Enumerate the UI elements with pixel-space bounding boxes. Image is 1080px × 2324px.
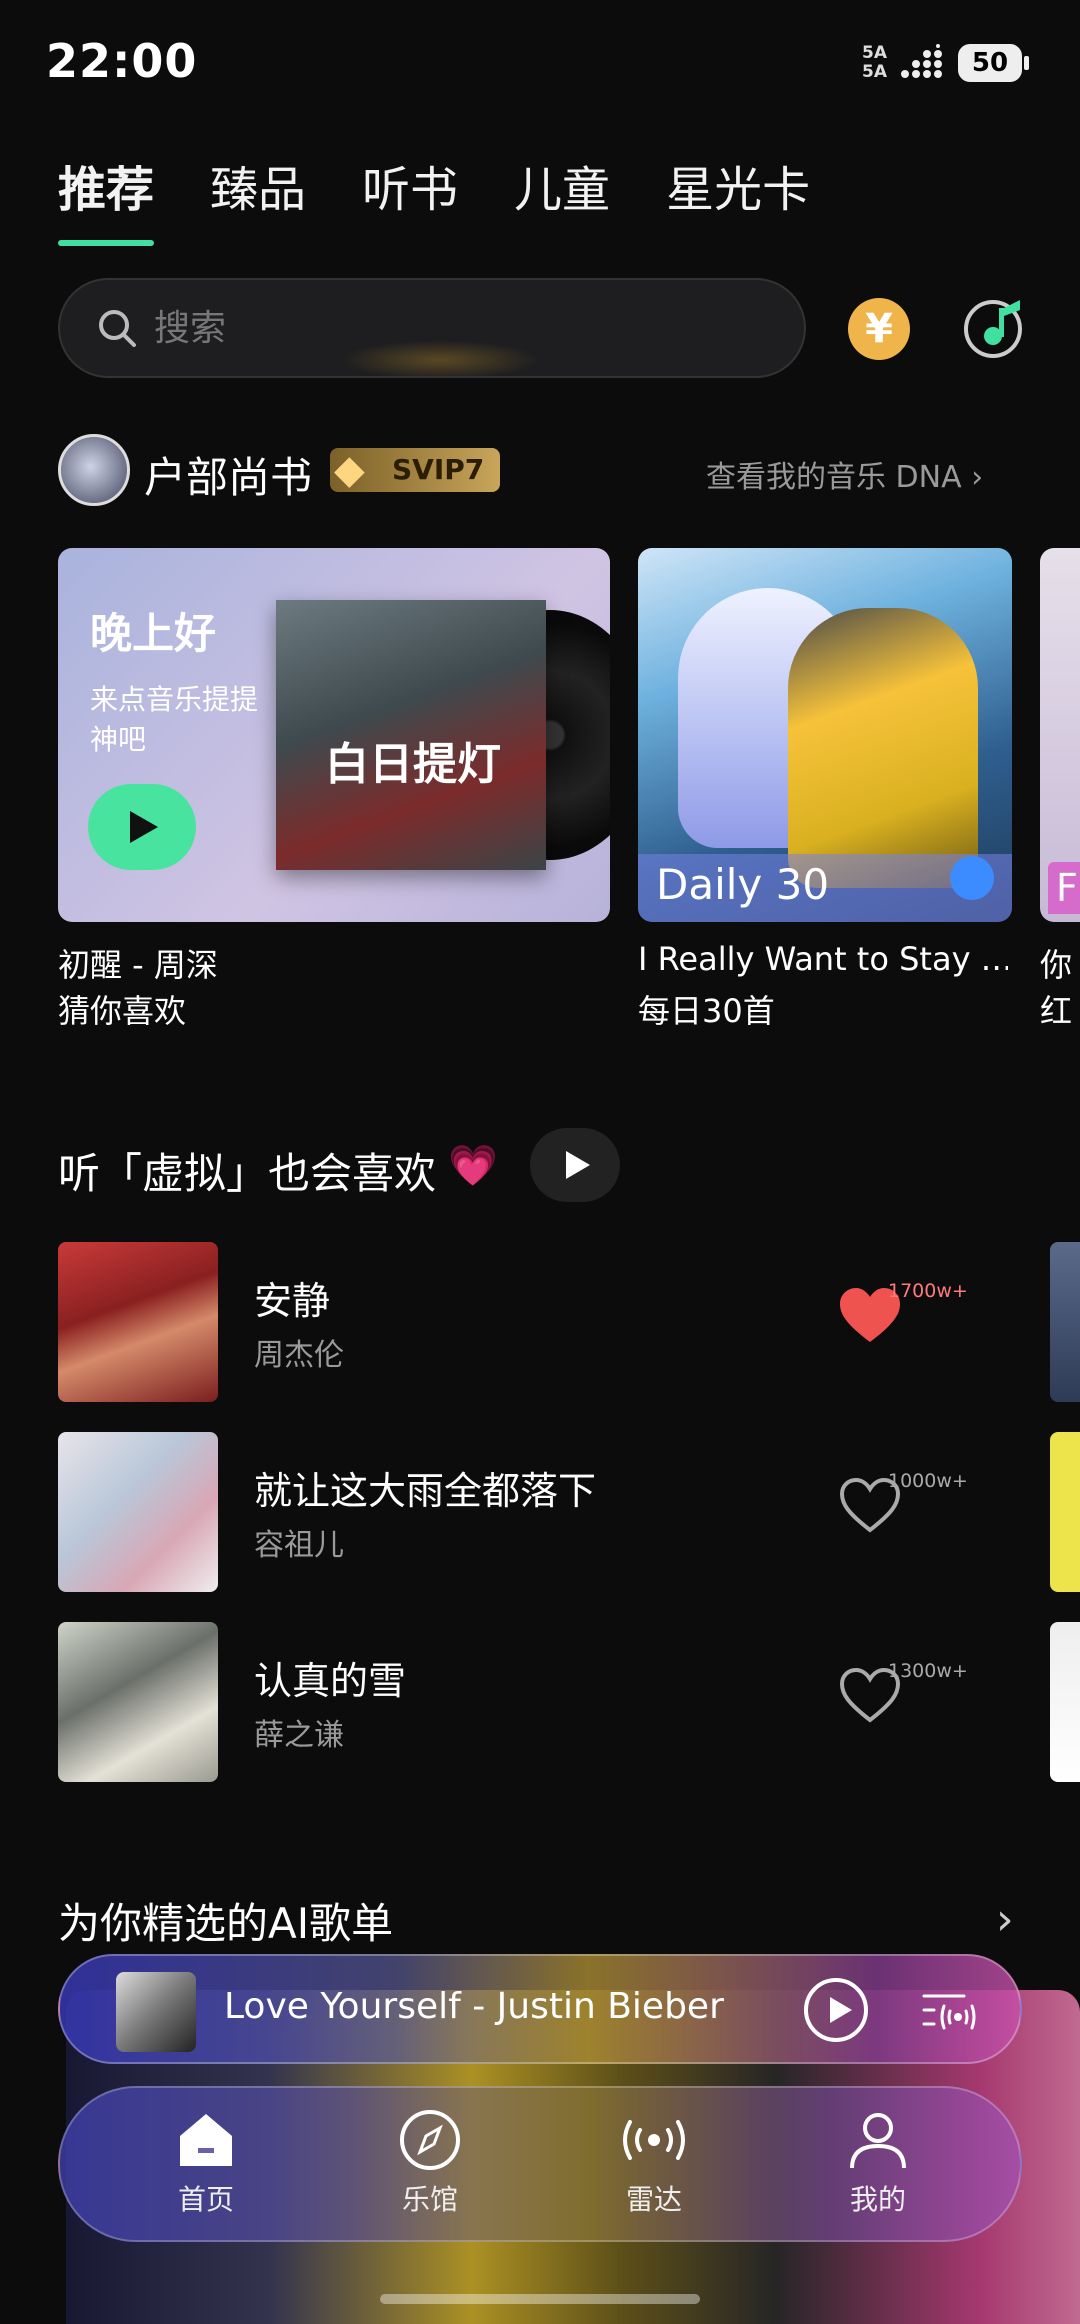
- card-label: F: [1048, 862, 1080, 914]
- song-artist: 薛之谦: [254, 1718, 344, 1753]
- tab-kids[interactable]: 儿童: [514, 150, 610, 220]
- peek-cover: [1050, 1242, 1080, 1402]
- yuan-coin-icon[interactable]: ¥: [848, 298, 910, 360]
- search-bar[interactable]: [58, 278, 806, 378]
- card-caption: 每日30首: [638, 992, 775, 1030]
- home-icon: [180, 2114, 232, 2166]
- top-tabs: 推荐 臻品 听书 儿童 星光卡: [58, 150, 810, 246]
- signal-bars-icon: [901, 44, 942, 78]
- song-row[interactable]: 安静 周杰伦 1700w+: [58, 1242, 1080, 1402]
- tab-premium[interactable]: 臻品: [210, 150, 306, 220]
- nav-mine[interactable]: 我的: [818, 2108, 938, 2218]
- tab-starcard[interactable]: 星光卡: [666, 150, 810, 220]
- card-song-title[interactable]: 你: [1040, 940, 1080, 986]
- signal-label-1: 5A: [862, 43, 887, 63]
- profile-icon: [850, 2113, 906, 2169]
- heart-emoji: 💗: [448, 1143, 498, 1189]
- card-caption: 猜你喜欢: [58, 992, 187, 1030]
- tab-audiobook[interactable]: 听书: [362, 150, 458, 220]
- like-count: 1700w+: [888, 1280, 968, 1302]
- song-artist: 容祖儿: [254, 1528, 344, 1563]
- play-icon: [830, 1997, 852, 2023]
- nav-label: 雷达: [625, 2183, 682, 2216]
- song-row[interactable]: 认真的雪 薛之谦 1300w+: [58, 1622, 1080, 1782]
- card-song-title[interactable]: 初醒 - 周深: [58, 940, 218, 986]
- greeting-card[interactable]: 晚上好 来点音乐提提神吧 白日提灯: [58, 548, 610, 922]
- daily-30-card[interactable]: Daily 30: [638, 548, 1012, 922]
- chevron-right-icon: ›: [971, 460, 984, 495]
- song-row[interactable]: 就让这大雨全都落下 容祖儿 1000w+: [58, 1432, 1080, 1592]
- user-row: 户部尚书 SVIP7 ◆ 查看我的音乐 DNA ›: [58, 434, 1018, 506]
- section-title: 为你精选的AI歌单: [58, 1899, 394, 1948]
- user-name[interactable]: 户部尚书: [144, 444, 312, 505]
- diamond-icon: ◆: [334, 447, 365, 493]
- battery-nub: [1024, 56, 1029, 70]
- album-cover-title: 白日提灯: [325, 739, 501, 790]
- song-artist: 周杰伦: [254, 1338, 344, 1373]
- play-all-button[interactable]: [530, 1128, 620, 1202]
- nav-explore[interactable]: 乐馆: [370, 2108, 490, 2218]
- song-cover: [58, 1242, 218, 1402]
- song-title: 认真的雪: [254, 1659, 407, 1703]
- greeting-title: 晚上好: [90, 609, 217, 658]
- play-icon: [130, 811, 158, 843]
- cover-figure: [788, 608, 978, 888]
- home-indicator[interactable]: [380, 2294, 700, 2304]
- mini-player-cover: [116, 1972, 196, 2052]
- mini-play-button[interactable]: [804, 1978, 868, 2042]
- greeting-subtitle: 来点音乐提提神吧: [90, 683, 259, 756]
- radar-icon: [623, 2120, 685, 2160]
- chevron-right-icon[interactable]: ›: [996, 1894, 1014, 1945]
- music-dna-link[interactable]: 查看我的音乐 DNA ›: [706, 452, 983, 496]
- search-input[interactable]: [154, 307, 714, 349]
- battery-indicator: 50: [958, 44, 1022, 82]
- card-caption: 红: [1040, 992, 1073, 1030]
- peek-cover: [1050, 1622, 1080, 1782]
- search-icon: [99, 310, 136, 347]
- compass-icon: [400, 2110, 460, 2170]
- music-disc-icon[interactable]: [962, 294, 1028, 360]
- song-title: 安静: [254, 1279, 331, 1323]
- mini-player[interactable]: Love Yourself - Justin Bieber: [58, 1954, 1022, 2064]
- playlist-icon[interactable]: [920, 1986, 980, 2036]
- like-count: 1300w+: [888, 1660, 968, 1682]
- avatar[interactable]: [58, 434, 130, 506]
- play-button[interactable]: [88, 784, 196, 870]
- peek-cover: [1050, 1432, 1080, 1592]
- song-cover: [58, 1432, 218, 1592]
- nav-label: 我的: [849, 2183, 906, 2216]
- status-bar: 22:00 5A 5A 50: [0, 0, 1080, 120]
- nav-radar[interactable]: 雷达: [594, 2108, 714, 2218]
- status-time: 22:00: [46, 34, 198, 88]
- music-dna-label: 查看我的音乐 DNA: [706, 460, 962, 495]
- bottom-nav: 首页 乐馆 雷达 我的: [58, 2086, 1022, 2242]
- nav-label: 首页: [177, 2183, 234, 2216]
- tab-recommend[interactable]: 推荐: [58, 150, 155, 246]
- song-title: 就让这大雨全都落下: [254, 1469, 597, 1513]
- signal-label-2: 5A: [862, 62, 887, 82]
- like-count: 1000w+: [888, 1470, 968, 1492]
- signal-label: 5A 5A: [862, 44, 887, 82]
- play-icon: [566, 1151, 590, 1179]
- card-label: Daily 30: [656, 860, 830, 909]
- card-logo-icon: [950, 856, 994, 900]
- song-cover: [58, 1622, 218, 1782]
- section-title: 听「虚拟」也会喜欢: [58, 1149, 437, 1198]
- card-song-title[interactable]: I Really Want to Stay …: [638, 940, 1008, 978]
- mini-player-title: Love Yourself - Justin Bieber: [224, 1986, 724, 2027]
- nav-label: 乐馆: [401, 2183, 458, 2216]
- nav-home[interactable]: 首页: [146, 2108, 266, 2218]
